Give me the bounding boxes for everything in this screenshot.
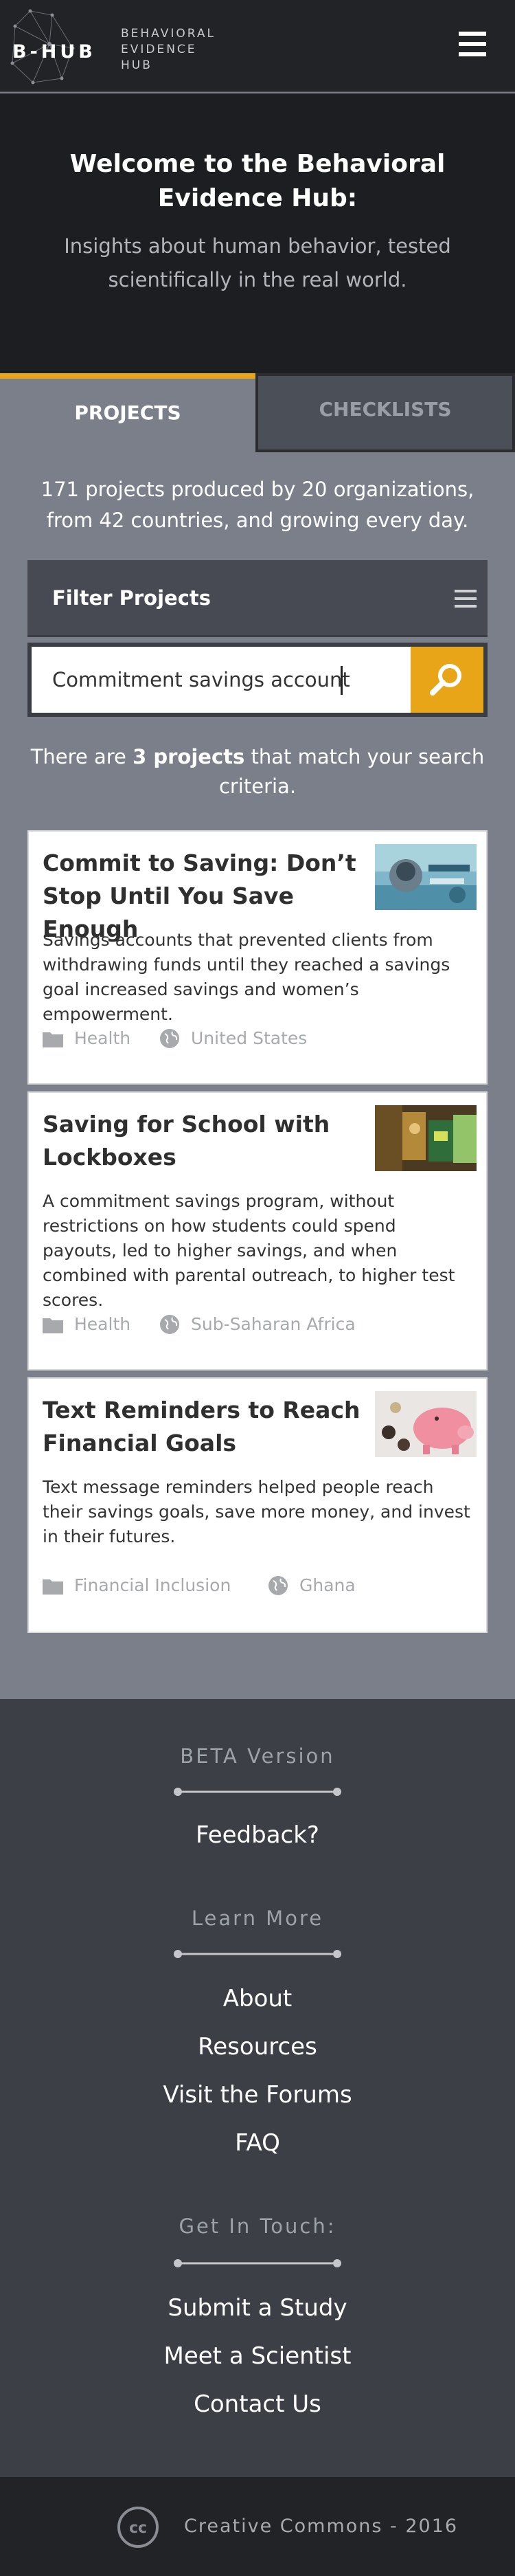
faq-link[interactable]: FAQ — [0, 2129, 515, 2157]
copyright-bar: cc Creative Commons - 2016 — [0, 2477, 515, 2576]
match-summary: There are 3 projects that match your sea… — [27, 742, 488, 801]
hero-subtitle: Insights about human behavior, tested sc… — [64, 234, 451, 291]
logo-text[interactable]: B-HUB — [12, 41, 96, 63]
forums-link[interactable]: Visit the Forums — [0, 2081, 515, 2109]
folder-icon — [43, 1318, 63, 1333]
contact-us-link[interactable]: Contact Us — [0, 2390, 515, 2418]
folder-icon — [43, 1032, 63, 1047]
logo-subtitle-line: BEHAVIORAL — [121, 27, 216, 41]
search-button[interactable] — [411, 647, 483, 713]
project-description: Savings accounts that prevented clients … — [43, 930, 450, 1024]
project-meta: Health United States — [43, 1028, 475, 1052]
learn-more-heading: Learn More — [191, 1907, 324, 1930]
match-prefix: There are — [30, 745, 133, 768]
hero-title: Welcome to the Behavioral Evidence Hub: — [69, 150, 446, 212]
match-suffix: that match your search criteria. — [218, 745, 485, 798]
project-meta: Health Sub-Saharan Africa — [43, 1314, 475, 1337]
project-topic[interactable]: Health — [74, 1314, 130, 1334]
divider — [174, 2259, 341, 2267]
copyright-text: Creative Commons - 2016 — [184, 2516, 459, 2537]
logo-subtitle: BEHAVIORAL EVIDENCE HUB — [121, 26, 216, 74]
hero-section: Welcome to the Behavioral Evidence Hub: … — [0, 93, 515, 373]
project-thumbnail[interactable] — [375, 1391, 477, 1457]
project-description: Text message reminders helped people rea… — [43, 1477, 470, 1546]
folder-icon — [43, 1579, 63, 1595]
divider — [174, 1950, 341, 1958]
hamburger-menu-icon[interactable] — [457, 29, 488, 59]
project-card[interactable]: Saving for School with Lockboxes A commi… — [27, 1091, 488, 1370]
about-link[interactable]: About — [0, 1985, 515, 2012]
submit-study-link[interactable]: Submit a Study — [0, 2294, 515, 2322]
svg-text:cc: cc — [129, 2520, 147, 2537]
project-region[interactable]: Sub-Saharan Africa — [191, 1314, 356, 1334]
tab-projects[interactable]: PROJECTS — [0, 373, 255, 452]
creative-commons-icon: cc — [117, 2507, 159, 2548]
globe-icon — [160, 1029, 179, 1048]
site-footer: BETA Version Feedback? Learn More About … — [0, 1699, 515, 2477]
match-count: 3 projects — [133, 745, 245, 768]
search-icon — [430, 664, 461, 696]
tab-checklists[interactable]: CHECKLISTS — [255, 373, 515, 452]
project-card[interactable]: Commit to Saving: Don’t Stop Until You S… — [27, 830, 488, 1085]
globe-icon — [268, 1576, 288, 1595]
project-thumbnail[interactable] — [375, 1105, 477, 1171]
project-card[interactable]: Text Reminders to Reach Financial Goals … — [27, 1377, 488, 1633]
tab-bar: PROJECTS CHECKLISTS — [0, 373, 515, 452]
logo-subtitle-line: EVIDENCE — [121, 43, 197, 56]
project-region[interactable]: Ghana — [299, 1575, 356, 1595]
projects-intro: 171 projects produced by 20 organization… — [41, 478, 474, 532]
logo-subtitle-line: HUB — [121, 58, 152, 72]
project-topic[interactable]: Health — [74, 1028, 130, 1048]
feedback-link[interactable]: Feedback? — [0, 1821, 515, 1849]
filter-projects-toggle[interactable]: Filter Projects — [27, 560, 488, 637]
filter-menu-icon — [455, 590, 477, 608]
divider — [174, 1788, 341, 1796]
project-description: A commitment savings program, without re… — [43, 1191, 455, 1310]
project-title[interactable]: Saving for School with Lockboxes — [43, 1108, 365, 1174]
beta-heading: BETA Version — [180, 1744, 335, 1768]
site-header: B-HUB BEHAVIORAL EVIDENCE HUB — [0, 0, 515, 92]
meet-scientist-link[interactable]: Meet a Scientist — [0, 2342, 515, 2370]
get-in-touch-heading: Get In Touch: — [179, 2214, 336, 2238]
filter-label: Filter Projects — [52, 586, 211, 610]
project-title[interactable]: Text Reminders to Reach Financial Goals — [43, 1394, 365, 1460]
project-meta: Financial Inclusion Ghana — [43, 1575, 475, 1599]
globe-icon — [160, 1315, 179, 1334]
project-topic[interactable]: Financial Inclusion — [74, 1575, 231, 1595]
text-cursor — [341, 666, 343, 695]
resources-link[interactable]: Resources — [0, 2033, 515, 2061]
project-thumbnail[interactable] — [375, 844, 477, 910]
search-box — [27, 643, 488, 717]
search-input[interactable] — [32, 647, 411, 713]
project-region[interactable]: United States — [191, 1028, 307, 1048]
